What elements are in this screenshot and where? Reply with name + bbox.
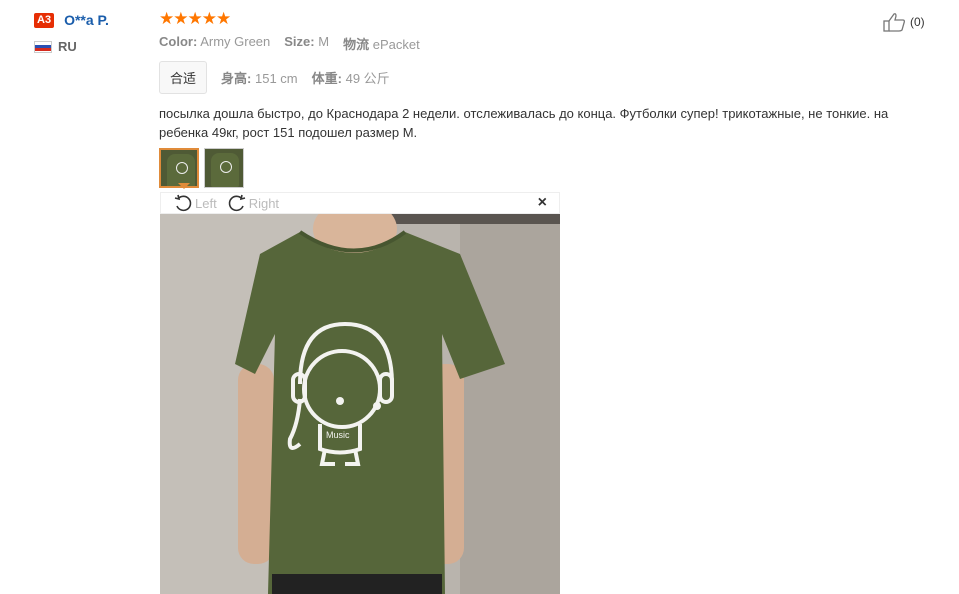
color-label: Color: (159, 34, 198, 49)
rotate-left-label: Left (195, 195, 217, 211)
shipping-label: 物流 (343, 37, 370, 52)
shirt-print-text: Music (326, 430, 350, 440)
reviewer-info: A3 O**a P. RU (34, 12, 144, 54)
rotate-right-label: Right (248, 195, 280, 211)
reviewer-name[interactable]: O**a P. (64, 12, 109, 28)
order-attributes: Color: Army Green Size: M 物流 ePacket (159, 34, 919, 53)
photo-thumbnails (159, 148, 919, 188)
rotate-right-button[interactable]: Right (227, 193, 279, 213)
rotate-left-button[interactable]: Left (173, 193, 217, 213)
photo-thumbnail[interactable] (159, 148, 199, 188)
weight-value: 49 公斤 (345, 71, 390, 86)
weight-label: 体重: (311, 71, 342, 86)
russia-flag-icon (34, 40, 52, 53)
review-body: ★★★★★ Color: Army Green Size: M 物流 ePack… (159, 10, 919, 188)
close-viewer-button[interactable]: × (538, 194, 547, 212)
size-value: M (318, 34, 330, 49)
height-label: 身高: (221, 71, 252, 86)
fit-badge: 合适 (159, 61, 208, 94)
country-code: RU (58, 39, 77, 54)
star-rating: ★★★★★ (159, 9, 231, 28)
rotate-left-icon (174, 194, 192, 212)
review-photo: Music (160, 214, 560, 594)
size-label: Size: (284, 34, 315, 49)
shipping-value: ePacket (372, 37, 420, 52)
rotate-right-icon (228, 194, 245, 212)
color-value: Army Green (200, 34, 271, 49)
height-value: 151 cm (254, 71, 298, 86)
level-badge: A3 (34, 12, 55, 28)
viewer-toolbar: Left Right × (160, 192, 560, 214)
photo-viewer: Left Right × Music (160, 192, 560, 594)
fit-info: 合适 身高: 151 cm 体重: 49 公斤 (159, 61, 919, 94)
photo-thumbnail[interactable] (204, 148, 244, 188)
review-text: посылка дошла быстро, до Краснодара 2 не… (159, 106, 889, 140)
active-thumbnail-pointer (178, 183, 190, 189)
